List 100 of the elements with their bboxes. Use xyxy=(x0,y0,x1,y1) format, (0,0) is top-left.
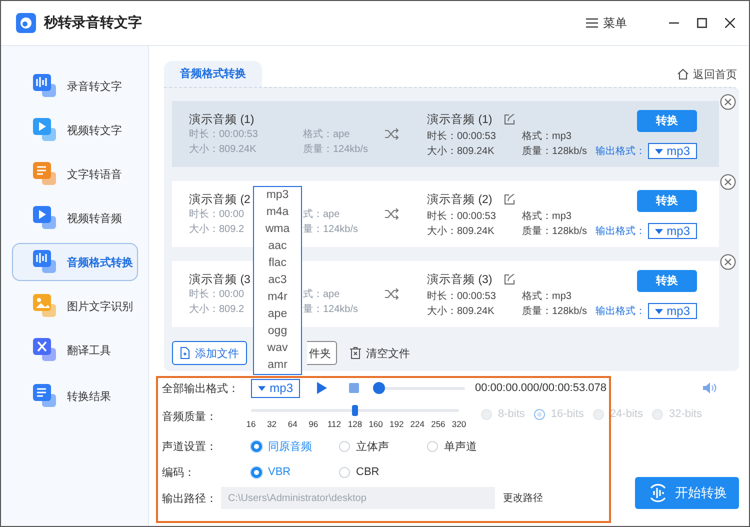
encoding-label: 编码： xyxy=(162,466,196,480)
home-link[interactable]: 返回首页 xyxy=(677,66,737,82)
size-text: 大小：809.2 xyxy=(189,302,244,316)
trash-icon xyxy=(350,347,361,359)
tick-label: 96 xyxy=(308,419,318,429)
close-icon[interactable] xyxy=(725,18,735,28)
size-text: 大小：809.24K xyxy=(427,144,494,158)
clear-files-button[interactable]: 清空文件 xyxy=(343,341,417,365)
dropdown-option[interactable]: ac3 xyxy=(254,272,301,289)
dropdown-option[interactable]: ape xyxy=(254,306,301,323)
radio-button[interactable] xyxy=(251,466,262,478)
menu-button[interactable]: 菜单 xyxy=(586,14,627,32)
file-icon xyxy=(180,347,190,359)
remove-icon[interactable] xyxy=(720,94,736,110)
dropdown-option[interactable]: amr xyxy=(254,357,301,374)
letter-icon xyxy=(33,338,57,362)
format-select[interactable]: mp3 xyxy=(648,223,697,239)
remove-icon[interactable] xyxy=(720,254,736,270)
app-title: 秒转录音转文字 xyxy=(44,14,142,32)
change-path-link[interactable]: 更改路径 xyxy=(503,491,543,505)
speaker-icon[interactable] xyxy=(703,382,717,394)
caret-icon xyxy=(654,308,663,314)
dropdown-option[interactable]: mp3 xyxy=(254,187,301,204)
maximize-icon[interactable] xyxy=(697,18,707,28)
format-select[interactable]: mp3 xyxy=(251,378,300,398)
radio-option[interactable]: CBR xyxy=(339,466,427,478)
size-text: 大小：809.24K xyxy=(427,224,494,238)
shuffle-icon xyxy=(385,288,399,300)
tick-label: 192 xyxy=(390,419,404,429)
slider-thumb[interactable] xyxy=(352,405,358,416)
caret-icon xyxy=(654,228,663,234)
quality-text: 量：124kb/s xyxy=(303,222,358,236)
radio-option[interactable]: 立体声 xyxy=(339,438,427,454)
convert-button[interactable]: 转换 xyxy=(637,190,697,212)
sidebar-item[interactable]: 翻译工具 xyxy=(12,331,138,369)
format-text: 格式：mp3 xyxy=(522,210,572,224)
edit-icon[interactable] xyxy=(504,194,516,204)
file-card[interactable]: 演示音频 (1) 时长：00:00:53 格式：ape 大小：809.24K 质量：124kb/s 演示音频 (1) 转换 时长：00:00:53 格式：mp3 大小：809.24K 质量：128kb/s 输出格式： mp3 xyxy=(172,101,719,167)
dropdown-option[interactable]: m4a xyxy=(254,204,301,221)
sidebar-item[interactable]: 录音转文字 xyxy=(12,67,138,105)
dropdown-option[interactable]: m4r xyxy=(254,289,301,306)
size-text: 大小：809.24K xyxy=(427,304,494,318)
document-icon xyxy=(33,384,57,408)
output-format-label: 输出格式： xyxy=(596,224,646,238)
home-icon xyxy=(677,68,689,80)
quality-text: 质量：124kb/s xyxy=(303,142,368,156)
edit-icon[interactable] xyxy=(504,114,516,124)
sound-bars-icon xyxy=(33,74,57,98)
image-icon xyxy=(33,294,57,318)
radio-button[interactable] xyxy=(251,440,262,452)
document-bars-icon xyxy=(33,162,57,186)
remove-icon[interactable] xyxy=(720,174,736,190)
tick-label: 64 xyxy=(288,419,298,429)
tab[interactable]: 音频格式转换 xyxy=(164,61,262,87)
convert-button[interactable]: 转换 xyxy=(637,110,697,132)
quality-text: 量：124kb/s xyxy=(303,302,358,316)
play-file-icon xyxy=(33,206,57,230)
add-file-button[interactable]: 添加文件 xyxy=(172,341,247,365)
format-select[interactable]: mp3 xyxy=(648,303,697,319)
radio-option[interactable]: 单声道 xyxy=(427,438,515,454)
file-name: 演示音频 (3) xyxy=(427,272,492,286)
convert-button[interactable]: 转换 xyxy=(637,270,697,292)
duration-text: 时长：00:00 xyxy=(189,208,244,222)
duration-text: 时长：00:00:53 xyxy=(189,128,258,142)
radio-option[interactable]: VBR xyxy=(251,466,339,478)
playback-slider[interactable] xyxy=(373,382,465,394)
play-file-icon xyxy=(33,118,57,142)
add-folder-button[interactable]: 件夹 xyxy=(307,341,337,365)
duration-text: 时长：00:00:53 xyxy=(427,130,496,144)
dropdown-option[interactable]: wav xyxy=(254,340,301,357)
tick-label: 224 xyxy=(410,419,424,429)
tick-label: 128 xyxy=(348,419,362,429)
caret-icon xyxy=(258,386,266,390)
caret-icon xyxy=(654,148,663,154)
size-text: 大小：809.24K xyxy=(189,142,256,156)
tick-label: 320 xyxy=(452,419,466,429)
slider-thumb[interactable] xyxy=(373,382,385,394)
app-logo-icon xyxy=(16,13,36,33)
sidebar-item[interactable]: 视频转音频 xyxy=(12,199,138,237)
sidebar-item[interactable]: 图片文字识别 xyxy=(12,287,138,325)
tick-label: 112 xyxy=(327,419,341,429)
sidebar-item[interactable]: 视频转文字 xyxy=(12,111,138,149)
sidebar-item[interactable]: 文字转语音 xyxy=(12,155,138,193)
sidebar-item[interactable]: 转换结果 xyxy=(12,377,138,415)
format-select[interactable]: mp3 xyxy=(648,143,697,159)
play-icon[interactable] xyxy=(317,382,327,394)
channel-label: 声道设置： xyxy=(162,440,218,454)
radio-option[interactable]: 同原音频 xyxy=(251,438,339,454)
output-format-label: 输出格式： xyxy=(596,304,646,318)
edit-icon[interactable] xyxy=(504,274,516,284)
tick-label: 32 xyxy=(267,419,277,429)
quality-slider[interactable] xyxy=(251,405,459,416)
quality-label: 音频质量： xyxy=(162,410,218,424)
quality-text: 质量：128kb/s xyxy=(522,304,588,318)
menu-icon xyxy=(586,18,598,28)
size-text: 大小：809.2 xyxy=(189,222,244,236)
dropdown-option[interactable]: wma xyxy=(254,221,301,238)
start-convert-button[interactable]: 开始转换 xyxy=(635,477,739,509)
sidebar-item[interactable]: 音频格式转换 xyxy=(12,243,138,281)
file-name: 演示音频 (2) xyxy=(427,192,492,206)
